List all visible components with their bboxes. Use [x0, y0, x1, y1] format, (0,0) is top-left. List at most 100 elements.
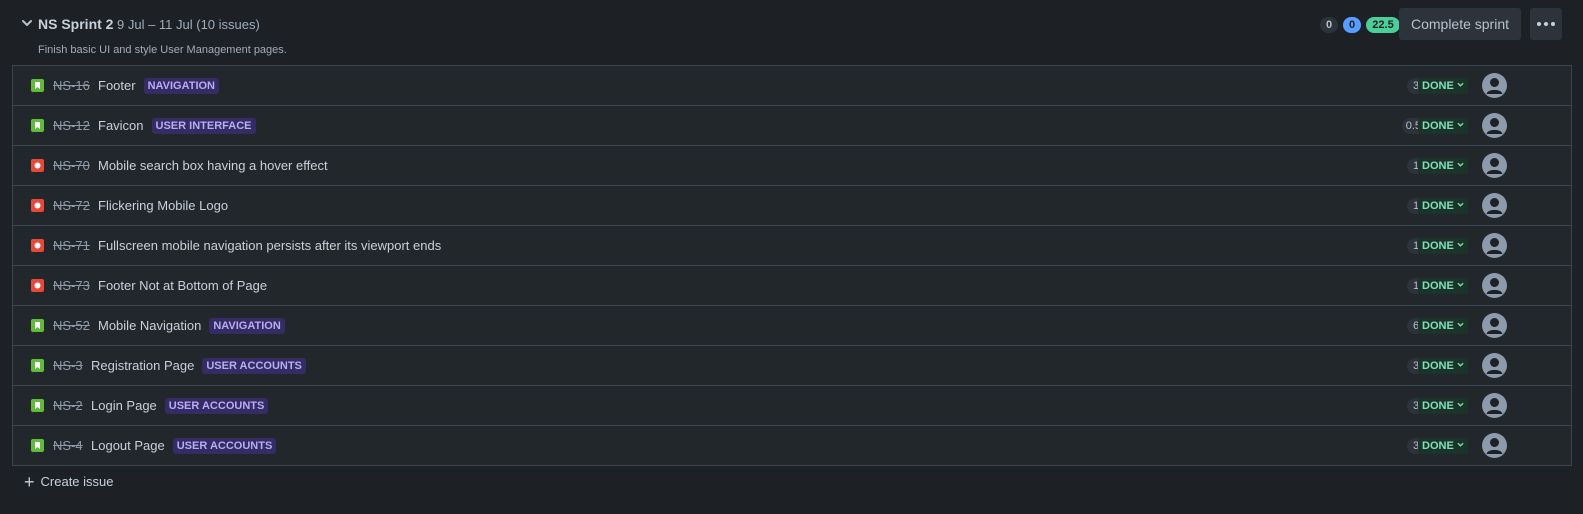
- issue-row[interactable]: NS-4 Logout Page USER ACCOUNTS 3 DONE: [13, 426, 1571, 465]
- issue-summary: Favicon USER INTERFACE: [98, 118, 256, 134]
- issue-row[interactable]: NS-3 Registration Page USER ACCOUNTS 3 DONE: [13, 346, 1571, 386]
- assignee-avatar-icon[interactable]: [1482, 433, 1507, 458]
- sprint-dates: 9 Jul – 11 Jul (10 issues): [117, 17, 260, 32]
- epic-label[interactable]: USER ACCOUNTS: [164, 398, 269, 414]
- assignee-avatar-icon[interactable]: [1482, 113, 1507, 138]
- issue-row[interactable]: NS-16 Footer NAVIGATION 3 DONE: [13, 66, 1571, 106]
- status-dropdown[interactable]: DONE: [1418, 118, 1468, 134]
- issue-summary: Footer Not at Bottom of Page: [98, 278, 267, 293]
- issue-key[interactable]: NS-71: [53, 238, 90, 253]
- issue-summary: Fullscreen mobile navigation persists af…: [98, 238, 441, 253]
- in-progress-count-badge: 0: [1343, 17, 1361, 33]
- status-label: DONE: [1422, 240, 1454, 252]
- issue-key[interactable]: NS-72: [53, 198, 90, 213]
- story-icon: [31, 119, 44, 132]
- assignee-avatar-icon[interactable]: [1482, 153, 1507, 178]
- issue-summary: Mobile search box having a hover effect: [98, 158, 328, 173]
- issue-summary-text: Registration Page: [91, 358, 195, 373]
- issue-key[interactable]: NS-16: [53, 78, 90, 93]
- issue-summary-text: Mobile search box having a hover effect: [98, 158, 328, 173]
- issue-key[interactable]: NS-2: [53, 398, 83, 413]
- story-icon: [31, 359, 44, 372]
- issue-key[interactable]: NS-12: [53, 118, 90, 133]
- more-horizontal-icon[interactable]: [1530, 8, 1562, 40]
- status-label: DONE: [1422, 400, 1454, 412]
- epic-label[interactable]: NAVIGATION: [209, 318, 285, 334]
- status-dropdown[interactable]: DONE: [1418, 358, 1468, 374]
- bug-icon: [31, 159, 44, 172]
- status-dropdown[interactable]: DONE: [1418, 398, 1468, 414]
- issue-row[interactable]: NS-70 Mobile search box having a hover ef…: [13, 146, 1571, 186]
- done-count-badge: 22.5: [1366, 17, 1400, 33]
- bug-icon: [31, 279, 44, 292]
- issue-summary-text: Login Page: [91, 398, 157, 413]
- issue-summary-text: Favicon: [98, 118, 144, 133]
- status-dropdown[interactable]: DONE: [1418, 78, 1468, 94]
- status-label: DONE: [1422, 80, 1454, 92]
- complete-sprint-button[interactable]: Complete sprint: [1399, 8, 1521, 40]
- status-label: DONE: [1422, 280, 1454, 292]
- create-issue-label: Create issue: [40, 474, 114, 489]
- status-dropdown[interactable]: DONE: [1418, 238, 1468, 254]
- issue-row[interactable]: NS-12 Favicon USER INTERFACE 0.5 DONE: [13, 106, 1571, 146]
- assignee-avatar-icon[interactable]: [1482, 313, 1507, 338]
- issue-key[interactable]: NS-52: [53, 318, 90, 333]
- status-dropdown[interactable]: DONE: [1418, 198, 1468, 214]
- issue-row[interactable]: NS-71 Fullscreen mobile navigation persis…: [13, 226, 1571, 266]
- status-dropdown[interactable]: DONE: [1418, 278, 1468, 294]
- status-label: DONE: [1422, 160, 1454, 172]
- sprint-header: NS Sprint 2 9 Jul – 11 Jul (10 issues) F…: [0, 0, 1583, 64]
- bug-icon: [31, 239, 44, 252]
- story-icon: [31, 319, 44, 332]
- bug-icon: [31, 199, 44, 212]
- issue-key[interactable]: NS-4: [53, 438, 83, 453]
- issue-summary: Footer NAVIGATION: [98, 78, 220, 94]
- issue-summary-text: Fullscreen mobile navigation persists af…: [98, 238, 442, 253]
- sprint-point-counts: 0 0 22.5: [1320, 17, 1400, 33]
- issue-row[interactable]: NS-72 Flickering Mobile Logo 1 DONE: [13, 186, 1571, 226]
- plus-icon: +: [24, 471, 35, 492]
- status-label: DONE: [1422, 120, 1454, 132]
- issue-summary: Registration Page USER ACCOUNTS: [91, 358, 306, 374]
- create-issue-button[interactable]: + Create issue: [24, 471, 114, 492]
- status-label: DONE: [1422, 360, 1454, 372]
- issue-summary-text: Footer: [98, 78, 136, 93]
- issue-key[interactable]: NS-70: [53, 158, 90, 173]
- issue-summary-text: Logout Page: [91, 438, 165, 453]
- assignee-avatar-icon[interactable]: [1482, 353, 1507, 378]
- story-icon: [31, 439, 44, 452]
- status-dropdown[interactable]: DONE: [1418, 318, 1468, 334]
- assignee-avatar-icon[interactable]: [1482, 393, 1507, 418]
- issue-summary: Logout Page USER ACCOUNTS: [91, 438, 277, 454]
- status-label: DONE: [1422, 440, 1454, 452]
- status-label: DONE: [1422, 320, 1454, 332]
- epic-label[interactable]: NAVIGATION: [143, 78, 220, 94]
- issue-list: NS-16 Footer NAVIGATION 3 DONE NS-12 Favicon US…: [12, 65, 1572, 466]
- epic-label[interactable]: USER INTERFACE: [151, 118, 256, 134]
- assignee-avatar-icon[interactable]: [1482, 273, 1507, 298]
- story-icon: [31, 79, 44, 92]
- issue-row[interactable]: NS-73 Footer Not at Bottom of Page 1 DONE: [13, 266, 1571, 306]
- issue-summary-text: Flickering Mobile Logo: [98, 198, 229, 213]
- status-dropdown[interactable]: DONE: [1418, 158, 1468, 174]
- issue-summary-text: Mobile Navigation: [98, 318, 202, 333]
- sprint-name: NS Sprint 2: [38, 16, 114, 32]
- issue-row[interactable]: NS-2 Login Page USER ACCOUNTS 3 DONE: [13, 386, 1571, 426]
- assignee-avatar-icon[interactable]: [1482, 73, 1507, 98]
- issue-summary: Login Page USER ACCOUNTS: [91, 398, 269, 414]
- assignee-avatar-icon[interactable]: [1482, 233, 1507, 258]
- assignee-avatar-icon[interactable]: [1482, 193, 1507, 218]
- issue-summary-text: Footer Not at Bottom of Page: [98, 278, 268, 293]
- issue-key[interactable]: NS-3: [53, 358, 83, 373]
- story-icon: [31, 399, 44, 412]
- chevron-down-icon[interactable]: [21, 17, 33, 29]
- issue-key[interactable]: NS-73: [53, 278, 90, 293]
- issue-row[interactable]: NS-52 Mobile Navigation NAVIGATION 6 DONE: [13, 306, 1571, 346]
- status-dropdown[interactable]: DONE: [1418, 438, 1468, 454]
- epic-label[interactable]: USER ACCOUNTS: [202, 358, 306, 374]
- todo-count-badge: 0: [1320, 17, 1338, 33]
- epic-label[interactable]: USER ACCOUNTS: [172, 438, 277, 454]
- sprint-goal: Finish basic UI and style User Managemen…: [38, 44, 287, 56]
- issue-summary: Flickering Mobile Logo: [98, 198, 228, 213]
- issue-summary: Mobile Navigation NAVIGATION: [98, 318, 285, 334]
